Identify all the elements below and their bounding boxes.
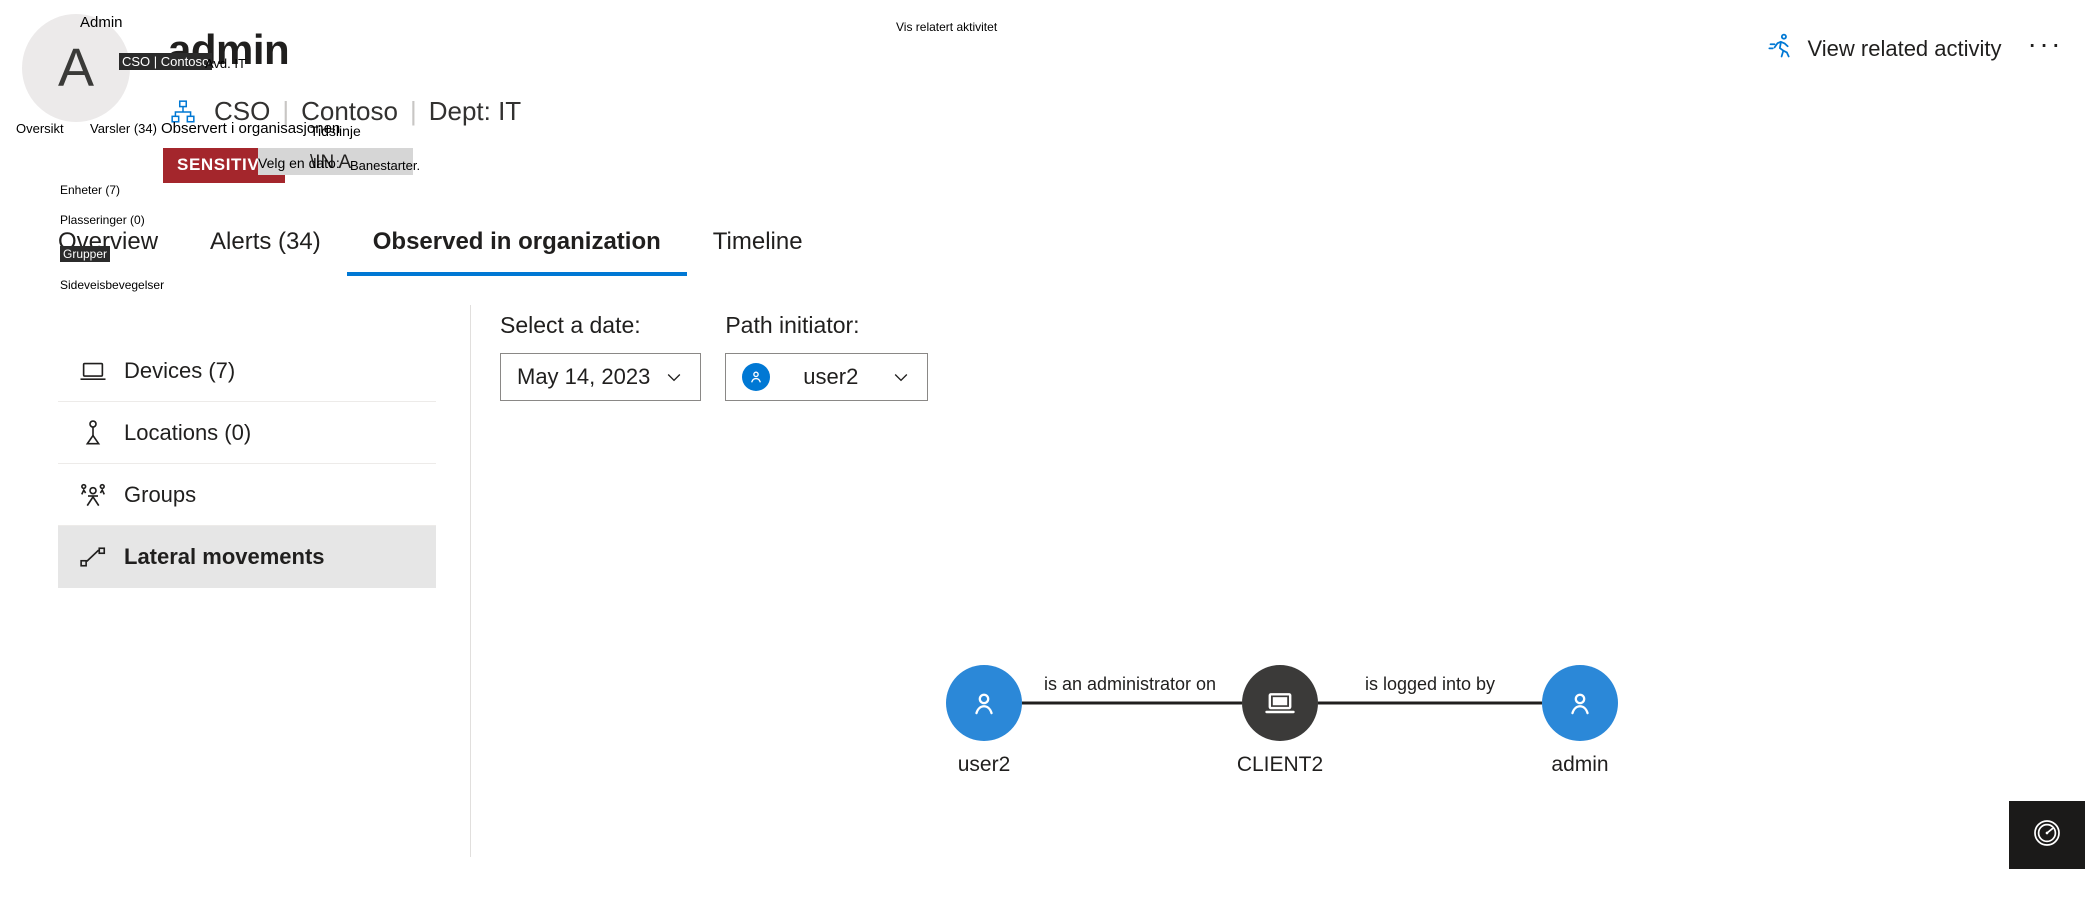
graph-edge-label-1: is logged into by bbox=[1364, 674, 1496, 694]
graph-node-client2[interactable] bbox=[1242, 665, 1318, 741]
graph-node-admin[interactable] bbox=[1542, 665, 1618, 741]
performance-widget-button[interactable] bbox=[2009, 801, 2085, 869]
graph-edge-label-0: is an administrator on bbox=[1043, 674, 1217, 694]
graph-node-label-admin: admin bbox=[1551, 753, 1609, 776]
graph-node-label-client2: CLIENT2 bbox=[1236, 753, 1324, 776]
gauge-icon bbox=[2031, 817, 2063, 854]
entity-page: A admin CSO | Contoso | Dept: IT SENSITI… bbox=[0, 0, 2085, 913]
graph-node-user2[interactable] bbox=[946, 665, 1022, 741]
lateral-movement-graph bbox=[946, 665, 1618, 741]
graph-node-label-user2: user2 bbox=[957, 753, 1011, 776]
